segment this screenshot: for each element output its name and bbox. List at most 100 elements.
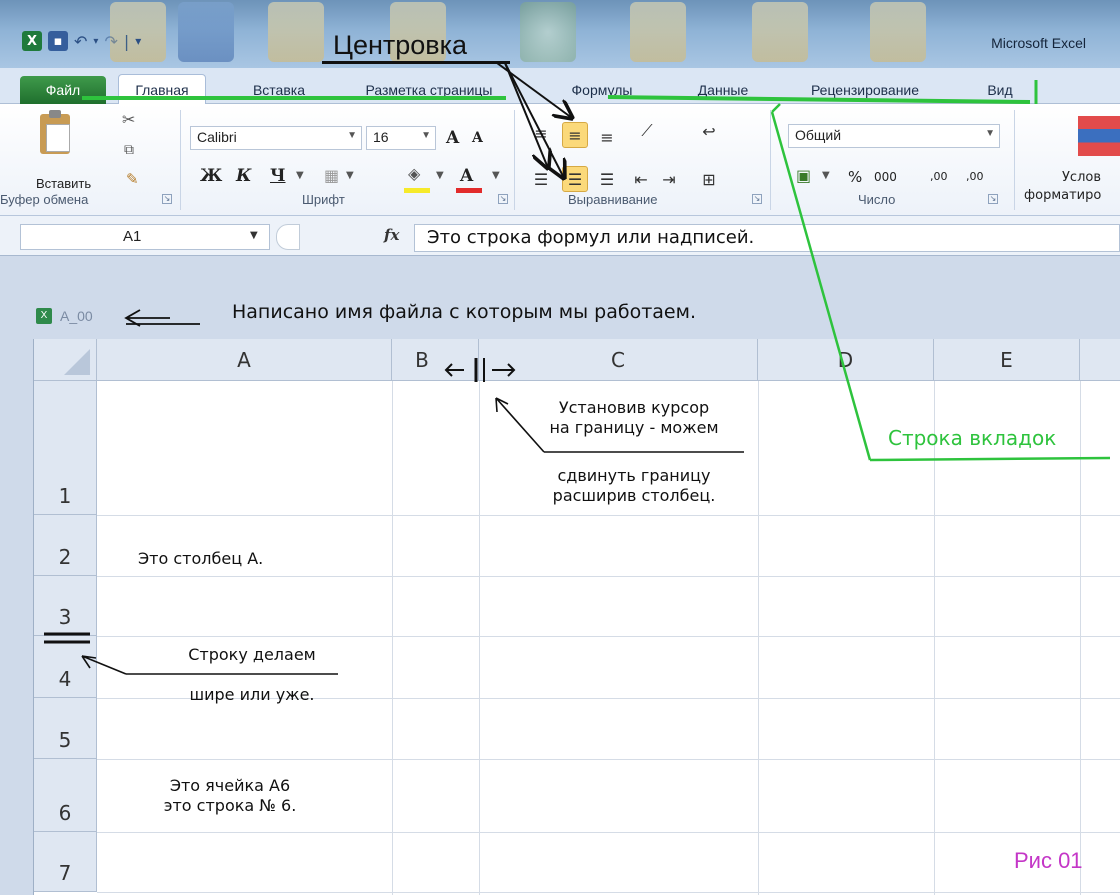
column-header-b[interactable]: B <box>392 339 479 381</box>
tab-formulas[interactable]: Формулы <box>554 78 650 102</box>
group-separator <box>514 110 515 210</box>
row-header-1[interactable]: 1 <box>34 381 97 515</box>
annotation-line: Установив курсор <box>558 398 710 417</box>
name-box[interactable]: A1 <box>20 224 270 250</box>
column-header-e[interactable]: E <box>934 339 1080 381</box>
tab-view[interactable]: Вид <box>970 78 1030 102</box>
paste-button-label[interactable]: Вставить <box>36 176 91 191</box>
tab-file[interactable]: Файл <box>20 76 106 104</box>
tab-home[interactable]: Главная <box>118 74 206 104</box>
formula-input[interactable]: Это строка формул или надписей. <box>414 224 1120 252</box>
annotation-filename: Написано имя файла с которым мы работаем… <box>232 301 696 323</box>
chevron-down-icon[interactable]: ▼ <box>492 170 500 181</box>
paste-icon[interactable] <box>40 110 80 156</box>
font-size-select[interactable]: 16 ▼ <box>366 126 436 150</box>
text-orientation-icon[interactable]: ⟋ <box>634 118 660 144</box>
align-top-icon[interactable]: ≡ <box>528 120 554 146</box>
wrap-text-icon[interactable]: ↩ <box>696 118 722 144</box>
column-header-d[interactable]: D <box>758 339 934 381</box>
italic-button[interactable]: К <box>236 166 251 186</box>
row-header-3[interactable]: 3 <box>34 576 97 636</box>
align-center-icon[interactable]: ☰ <box>562 166 588 192</box>
cell-a6[interactable]: Это ячейка А6 это строка № 6. <box>140 776 320 816</box>
align-right-icon[interactable]: ☰ <box>594 166 620 192</box>
accounting-format-icon[interactable]: ▣ <box>796 166 811 185</box>
increase-decimal-button[interactable]: ,00 <box>930 170 948 183</box>
number-launcher-icon[interactable]: ↘ <box>988 194 998 204</box>
font-size-value: 16 <box>373 129 389 145</box>
decrease-decimal-button[interactable]: ,00 <box>966 170 984 183</box>
tab-data[interactable]: Данные <box>680 78 766 102</box>
annotation-line: сдвинуть границу <box>557 466 711 485</box>
align-left-icon[interactable]: ☰ <box>528 166 554 192</box>
chevron-down-icon[interactable]: ▼ <box>346 170 354 181</box>
column-header-c[interactable]: C <box>479 339 758 381</box>
align-bottom-icon[interactable]: ≡ <box>594 124 620 150</box>
background-folder-icon <box>752 2 808 62</box>
alignment-launcher-icon[interactable]: ↘ <box>752 194 762 204</box>
merge-center-icon[interactable]: ⊞ <box>696 166 722 192</box>
cell-a2[interactable]: Это столбец А. <box>138 549 263 569</box>
copy-icon[interactable]: ⧉ <box>124 142 134 158</box>
row-header-4[interactable]: 4 <box>34 636 97 698</box>
conditional-formatting-label-2[interactable]: форматиро <box>1024 188 1101 203</box>
customize-toolbar-icon[interactable]: ▾ <box>135 34 141 48</box>
bold-button[interactable]: Ж <box>200 166 222 186</box>
chevron-down-icon[interactable]: ▼ <box>436 170 444 181</box>
undo-icon[interactable]: ↶ <box>74 32 87 51</box>
undo-dropdown-icon[interactable]: ▾ <box>93 36 98 47</box>
column-gridline <box>1080 381 1081 895</box>
fill-color-swatch <box>404 188 430 193</box>
row-header-5[interactable]: 5 <box>34 698 97 759</box>
ribbon: ✂ ⧉ ✎ Вставить Буфер обмена ↘ Calibri ▼ 1… <box>0 104 1120 216</box>
row-gridline <box>97 892 1120 893</box>
chevron-down-icon[interactable]: ▼ <box>250 230 258 241</box>
column-gridline <box>934 381 935 895</box>
select-all-button[interactable] <box>34 339 97 381</box>
conditional-formatting-label[interactable]: Услов <box>1062 170 1101 185</box>
percent-style-button[interactable]: % <box>848 168 862 186</box>
align-middle-icon[interactable]: ≡ <box>562 122 588 148</box>
column-gridline <box>758 381 759 895</box>
tab-page-layout[interactable]: Разметка страницы <box>344 78 514 102</box>
borders-icon[interactable]: ▦ <box>324 166 339 185</box>
group-label-font: Шрифт <box>302 192 345 207</box>
font-launcher-icon[interactable]: ↘ <box>498 194 508 204</box>
tab-review[interactable]: Рецензирование <box>790 78 940 102</box>
excel-file-icon: X <box>36 308 52 324</box>
formula-bar-divider[interactable] <box>276 224 300 250</box>
excel-logo-icon[interactable]: X <box>22 31 42 51</box>
column-header-f[interactable] <box>1080 339 1120 381</box>
conditional-formatting-icon[interactable] <box>1078 116 1120 156</box>
increase-indent-icon[interactable]: ⇥ <box>656 166 682 192</box>
save-icon[interactable]: ▪ <box>48 31 68 51</box>
group-label-number: Число <box>858 192 896 207</box>
chevron-down-icon[interactable]: ▼ <box>822 170 830 181</box>
column-gridline <box>479 381 480 895</box>
chevron-down-icon[interactable]: ▼ <box>296 170 304 181</box>
font-color-button[interactable]: A <box>460 166 473 186</box>
row-header-6[interactable]: 6 <box>34 759 97 832</box>
group-separator <box>770 110 771 210</box>
redo-icon[interactable]: ↷ <box>104 32 117 51</box>
format-painter-icon[interactable]: ✎ <box>126 170 139 188</box>
tab-insert[interactable]: Вставка <box>234 78 324 102</box>
cut-icon[interactable]: ✂ <box>122 110 135 129</box>
cell-a6-line: это строка № 6. <box>163 796 297 815</box>
clipboard-launcher-icon[interactable]: ↘ <box>162 194 172 204</box>
row-header-2[interactable]: 2 <box>34 515 97 576</box>
number-format-select[interactable]: Общий ▼ <box>788 124 1000 148</box>
grow-font-button[interactable]: A <box>446 128 459 148</box>
ribbon-tabs: Файл Главная Вставка Разметка страницы Ф… <box>0 68 1120 104</box>
insert-function-icon[interactable]: fx <box>384 226 399 244</box>
fill-color-icon[interactable]: ◈ <box>408 164 420 183</box>
figure-label: Рис 01 <box>1014 848 1083 873</box>
font-name-select[interactable]: Calibri ▼ <box>190 126 362 150</box>
underline-button[interactable]: Ч <box>270 166 286 186</box>
comma-style-button[interactable]: 000 <box>874 170 897 184</box>
group-separator <box>180 110 181 210</box>
shrink-font-button[interactable]: A <box>472 130 483 146</box>
row-header-7[interactable]: 7 <box>34 832 97 892</box>
column-header-a[interactable]: A <box>97 339 392 381</box>
decrease-indent-icon[interactable]: ⇤ <box>628 166 654 192</box>
